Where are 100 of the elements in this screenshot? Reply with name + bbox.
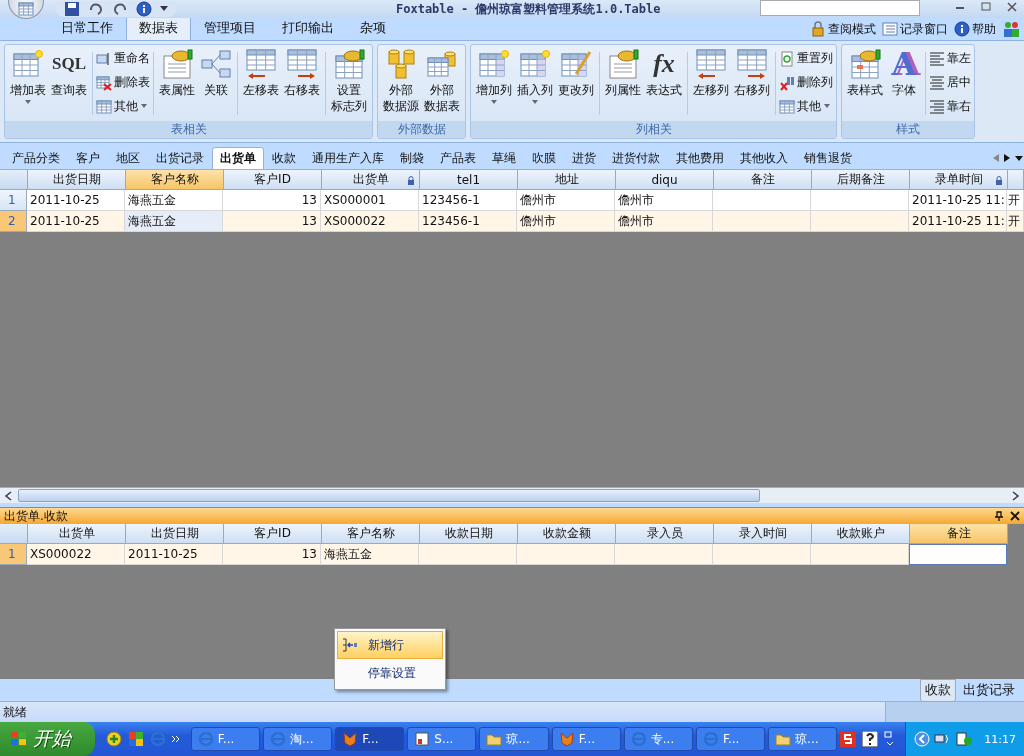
panel-tab[interactable]: 收款	[920, 678, 956, 702]
dropdown-icon[interactable]	[1014, 153, 1024, 163]
ribbon-tab[interactable]: 日常工作	[48, 16, 126, 40]
table-tab[interactable]: 吹膜	[524, 146, 564, 170]
ribbon-button[interactable]: A 字体	[886, 48, 922, 121]
undo-icon[interactable]	[88, 2, 104, 16]
ribbon-button[interactable]: 列属性	[603, 48, 643, 121]
ribbon-link[interactable]: 记录窗口	[882, 20, 948, 38]
column-header[interactable]: 后期备注	[812, 170, 910, 190]
column-header[interactable]: 录入时间	[714, 524, 812, 544]
scroll-right-icon[interactable]	[1003, 153, 1011, 163]
ribbon-tab[interactable]: 数据表	[126, 16, 191, 40]
media-icon[interactable]	[956, 731, 973, 747]
ribbon-button[interactable]: 增加列	[474, 48, 514, 121]
table-tab[interactable]: 出货记录	[148, 146, 212, 170]
ribbon-button[interactable]: 删除列	[779, 73, 833, 92]
ribbon-button[interactable]: 其他	[96, 97, 150, 116]
ribbon-tab[interactable]: 管理项目	[191, 16, 269, 40]
ribbon-button[interactable]: 外部 数据源	[381, 48, 421, 121]
column-header[interactable]: 出货单	[322, 170, 420, 190]
scroll-right-icon[interactable]	[1010, 490, 1020, 501]
panel-tab[interactable]: 出货记录	[958, 678, 1020, 702]
column-header[interactable]: 客户ID	[224, 524, 322, 544]
column-header[interactable]: 录入员	[616, 524, 714, 544]
table-tab[interactable]: 产品分类	[4, 146, 68, 170]
ribbon-button[interactable]: fx 表达式	[644, 48, 684, 121]
column-header[interactable]: 备注	[714, 170, 812, 190]
column-header[interactable]: 收款账户	[812, 524, 910, 544]
plus-circle-icon[interactable]	[105, 731, 122, 747]
pin-icon[interactable]	[994, 511, 1004, 521]
column-header[interactable]: 出货日期	[126, 524, 224, 544]
column-header[interactable]: 出货单	[28, 524, 126, 544]
taskbar-button[interactable]: F...	[551, 727, 621, 751]
menu-item[interactable]: 停靠设置	[337, 659, 443, 687]
taskbar-button[interactable]: F...	[335, 727, 405, 751]
chevron-icon[interactable]	[171, 735, 180, 743]
ribbon-button[interactable]: 左移列	[691, 48, 731, 121]
close-icon[interactable]	[1006, 2, 1018, 12]
table-tab[interactable]: 客户	[68, 146, 108, 170]
horizontal-scrollbar[interactable]	[0, 487, 1024, 503]
s-logo-icon[interactable]	[840, 731, 857, 747]
taskbar-button[interactable]: 淘...	[263, 727, 333, 751]
ribbon-tab[interactable]: 杂项	[347, 16, 399, 40]
chevron-left-icon[interactable]	[914, 731, 931, 747]
ribbon-button[interactable]: 表样式	[845, 48, 885, 121]
scroll-left-icon[interactable]	[4, 490, 14, 501]
table-tab[interactable]: 进货	[564, 146, 604, 170]
colorful-square-icon[interactable]	[127, 731, 144, 747]
taskbar-button[interactable]: F...	[695, 727, 766, 751]
table-tab[interactable]: 进货付款	[604, 146, 668, 170]
ribbon-button[interactable]: 设置 标志列	[329, 48, 369, 121]
taskbar-button[interactable]: 琼...	[479, 727, 549, 751]
column-header[interactable]: 备注	[910, 524, 1008, 544]
ribbon-button[interactable]: 外部 数据表	[422, 48, 462, 121]
help-icon[interactable]	[862, 731, 879, 747]
table-tab[interactable]: 地区	[108, 146, 148, 170]
column-header[interactable]: 收款日期	[420, 524, 518, 544]
ribbon-link[interactable]: 帮助	[954, 20, 996, 38]
ribbon-button[interactable]: 靠右	[929, 97, 971, 116]
redo-icon[interactable]	[112, 2, 128, 16]
ribbon-button[interactable]: 表属性	[157, 48, 197, 121]
ribbon-button[interactable]: 居中	[929, 73, 971, 92]
table-tab[interactable]: 销售退货	[796, 146, 860, 170]
start-button[interactable]: 开始	[0, 722, 95, 756]
taskbar-button[interactable]: 专...	[623, 727, 693, 751]
save-icon[interactable]	[64, 2, 80, 16]
close-icon[interactable]	[1010, 511, 1020, 521]
table-tab[interactable]: 其他费用	[668, 146, 732, 170]
ribbon-button[interactable]: 增加表	[8, 48, 48, 121]
ribbon-button[interactable]: 其他	[779, 97, 833, 116]
table-tab[interactable]: 收款	[264, 146, 304, 170]
column-header[interactable]: diqu	[616, 170, 714, 190]
application-menu-button[interactable]	[8, 0, 44, 19]
ribbon-button[interactable]: 左移表	[241, 48, 281, 121]
row-number[interactable]: 1	[0, 544, 27, 565]
ribbon-button[interactable]: 重命名	[96, 49, 150, 68]
menu-item[interactable]: 新增行	[337, 631, 443, 659]
table-tab[interactable]: 草绳	[484, 146, 524, 170]
table-tab[interactable]: 其他收入	[732, 146, 796, 170]
taskbar-button[interactable]: 琼...	[768, 727, 838, 751]
maximize-icon[interactable]	[980, 2, 992, 12]
ribbon-button[interactable]: 更改列	[556, 48, 596, 121]
table-tab[interactable]: 通用生产入库	[304, 146, 392, 170]
ribbon-button[interactable]: 插入列	[515, 48, 555, 121]
ribbon-button[interactable]: 靠左	[929, 49, 971, 68]
taskbar-button[interactable]: S...	[407, 727, 477, 751]
ribbon-button[interactable]: 关联	[198, 48, 234, 121]
column-header[interactable]: 地址	[518, 170, 616, 190]
column-header[interactable]: 客户名称	[126, 170, 224, 190]
ribbon-tab[interactable]: 打印输出	[269, 16, 347, 40]
column-header[interactable]: 客户ID	[224, 170, 322, 190]
row-number[interactable]: 1	[0, 190, 27, 211]
column-header[interactable]: tel1	[420, 170, 518, 190]
column-header[interactable]: 录单时间	[910, 170, 1008, 190]
table-tab[interactable]: 制袋	[392, 146, 432, 170]
taskbar-button[interactable]: F...	[190, 727, 260, 751]
ribbon-link[interactable]: 查阅模式	[810, 20, 876, 38]
column-header[interactable]: 客户名称	[322, 524, 420, 544]
row-number[interactable]: 2	[0, 211, 27, 232]
ribbon-button[interactable]: 右移表	[282, 48, 322, 121]
